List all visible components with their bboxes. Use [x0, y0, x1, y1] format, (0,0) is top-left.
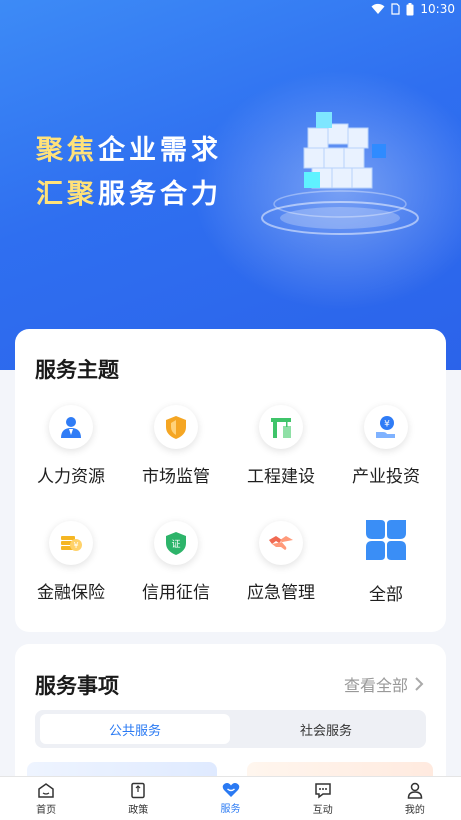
- slogan-text-2: 服务合力: [98, 179, 222, 210]
- theme-item-market[interactable]: 市场监管: [126, 405, 226, 487]
- nav-label: 互动: [312, 804, 333, 816]
- nav-policy[interactable]: 政策: [92, 777, 184, 820]
- theme-item-credit[interactable]: 证 信用征信: [126, 521, 226, 603]
- sim-icon: [391, 3, 401, 15]
- nav-mine[interactable]: 我的: [369, 777, 461, 820]
- theme-item-emergency[interactable]: 应急管理: [231, 521, 331, 603]
- money-icon: ¥: [49, 521, 93, 565]
- theme-item-finance[interactable]: ¥ 金融保险: [21, 521, 121, 603]
- nav-home[interactable]: 首页: [0, 777, 92, 820]
- policy-icon: [131, 782, 146, 798]
- theme-item-label: 应急管理: [247, 583, 315, 603]
- chevron-right-icon: [415, 677, 424, 691]
- slogan-highlight-1: 聚焦: [36, 135, 98, 166]
- theme-item-label: 信用征信: [142, 583, 210, 603]
- theme-item-hr[interactable]: 人力资源: [21, 405, 121, 487]
- coin-hand-icon: ¥: [364, 405, 408, 449]
- crane-icon: [259, 405, 303, 449]
- nav-label: 首页: [36, 804, 57, 816]
- status-icons: 10:30: [371, 2, 455, 16]
- person-icon: [49, 405, 93, 449]
- handshake-icon: [259, 521, 303, 565]
- nav-service[interactable]: 服务: [184, 777, 276, 820]
- nav-interaction[interactable]: 互动: [277, 777, 369, 820]
- hero-banner: 10:30 聚焦企业需求 汇聚服务合力: [0, 0, 461, 370]
- slogan-line-1: 聚焦企业需求: [36, 128, 222, 167]
- wifi-icon: [371, 3, 385, 15]
- chat-icon: [314, 782, 331, 798]
- shield-icon: [154, 405, 198, 449]
- theme-item-label: 全部: [369, 585, 403, 605]
- slogan-line-2: 汇聚服务合力: [36, 172, 222, 211]
- cube-illustration: [261, 112, 419, 235]
- nav-label: 政策: [128, 804, 149, 816]
- tab-public-service[interactable]: 公共服务: [40, 714, 230, 744]
- svg-text:¥: ¥: [73, 541, 78, 550]
- heart-icon: [222, 783, 239, 797]
- svg-text:¥: ¥: [384, 420, 390, 430]
- service-theme-card: 服务主题 人力资源 市场监管 工程建设 ¥ 产业投资 ¥ 金融保险 证 信用征信…: [15, 329, 446, 632]
- theme-item-construction[interactable]: 工程建设: [231, 405, 331, 487]
- theme-item-label: 人力资源: [37, 467, 105, 487]
- service-items-card: 服务事项 查看全部 公共服务 社会服务: [15, 644, 446, 794]
- theme-item-label: 工程建设: [247, 467, 315, 487]
- tab-social-service[interactable]: 社会服务: [231, 714, 421, 744]
- svg-text:证: 证: [171, 539, 180, 550]
- nav-label: 我的: [404, 804, 425, 816]
- theme-item-all[interactable]: 全部: [336, 517, 436, 605]
- theme-item-label: 市场监管: [142, 467, 210, 487]
- slogan-highlight-2: 汇聚: [36, 179, 98, 210]
- battery-icon: [406, 2, 414, 15]
- home-icon: [38, 782, 54, 798]
- slogan-text-1: 企业需求: [98, 135, 222, 166]
- theme-item-label: 金融保险: [37, 583, 105, 603]
- bottom-nav: 首页 政策 服务 互动 我的: [0, 776, 461, 820]
- status-bar: 10:30: [0, 0, 461, 20]
- user-icon: [407, 782, 423, 799]
- view-all-label: 查看全部: [343, 676, 408, 695]
- view-all-link[interactable]: 查看全部: [344, 672, 426, 696]
- theme-item-investment[interactable]: ¥ 产业投资: [336, 405, 436, 487]
- credit-shield-icon: 证: [154, 521, 198, 565]
- status-time: 10:30: [420, 2, 455, 16]
- grid-icon: [363, 517, 409, 563]
- service-theme-title: 服务主题: [35, 358, 119, 382]
- service-items-title: 服务事项: [35, 674, 119, 698]
- nav-label: 服务: [220, 804, 241, 815]
- theme-item-label: 产业投资: [352, 467, 420, 487]
- service-tabs: 公共服务 社会服务: [35, 710, 426, 748]
